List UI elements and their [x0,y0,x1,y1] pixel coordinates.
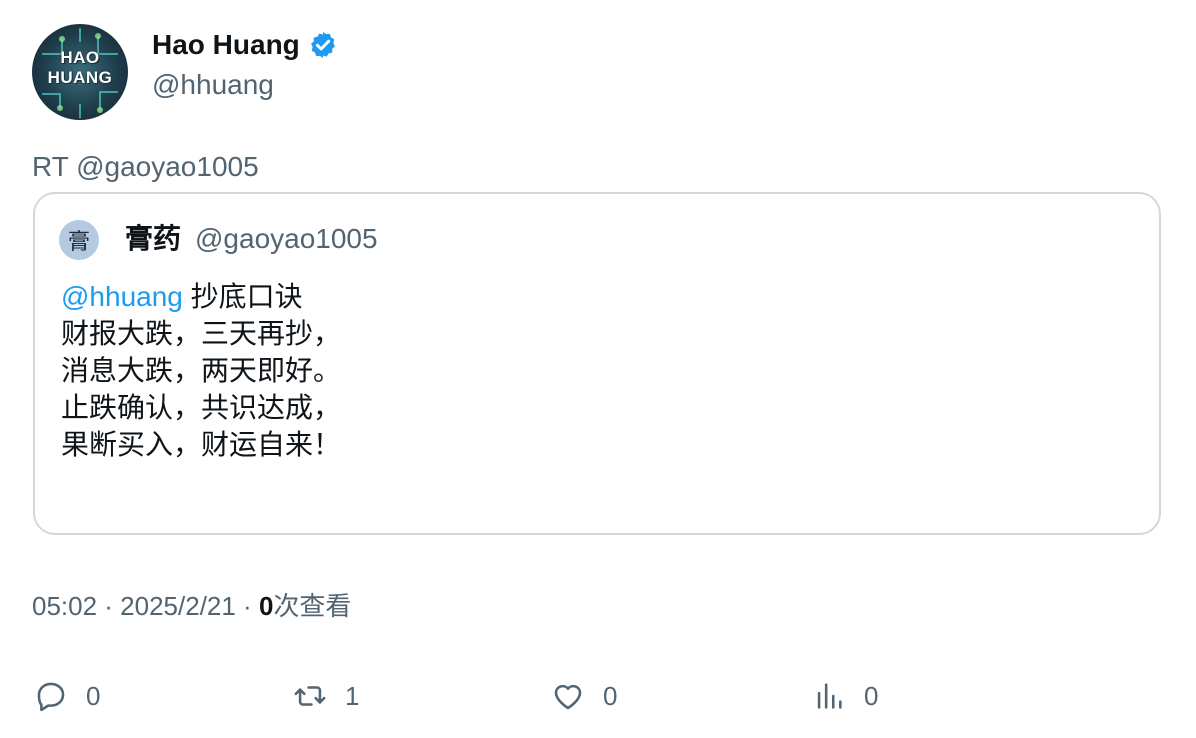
tweet-timestamp[interactable]: 05:02 · 2025/2/21 · [32,591,259,621]
view-label: 次查看 [273,591,352,621]
avatar-logo-text: HAO HUANG [47,48,113,87]
avatar-glyph: 膏 [67,230,90,255]
author-name-row[interactable]: Hao Huang [152,28,338,62]
quoted-tweet-card[interactable]: 膏 膏药 @gaoyao1005 @hhuang 抄底口诀 财报大跌，三天再抄，… [33,192,1161,535]
analytics-icon [817,683,842,709]
like-button[interactable]: 0 [551,676,617,716]
quoted-author-avatar[interactable]: 膏 [59,220,99,260]
reply-button[interactable]: 0 [34,676,100,716]
retweet-button[interactable]: 1 [293,676,359,716]
author-handle[interactable]: @hhuang [152,68,274,102]
verified-badge-icon [310,31,335,59]
reply-icon [37,682,65,712]
view-count: 0 [258,591,274,621]
action-bar: 0 1 0 0 [0,676,1196,716]
retweet-icon [294,686,326,706]
quoted-author-name[interactable]: 膏药 [125,222,181,256]
text-line: 消息大跌，两天即好。 [61,355,342,386]
views-count: 0 [864,680,879,711]
quoted-author-handle: @gaoyao1005 [195,223,378,254]
retweet-text: RT @gaoyao1005 [32,151,259,182]
reply-count: 0 [86,680,101,711]
mention-link[interactable]: @hhuang [61,281,183,312]
views-button[interactable]: 0 [812,676,878,716]
text-line: 抄底口诀 [182,281,303,312]
heart-icon [554,684,582,710]
author-avatar[interactable]: HAO HUANG [32,24,128,120]
text-line: 果断买入，财运自来！ [61,429,342,460]
quoted-tweet-text: @hhuang 抄底口诀 财报大跌，三天再抄， 消息大跌，两天即好。 止跌确认，… [61,278,341,463]
author-display-name[interactable]: Hao Huang [152,28,300,62]
text-line: 止跌确认，共识达成， [61,392,342,423]
like-count: 0 [603,680,618,711]
tweet-metadata: 05:02 · 2025/2/21 · 0次查看 [32,590,351,622]
text-line: 财报大跌，三天再抄， [61,318,342,349]
retweet-count: 1 [345,680,360,711]
